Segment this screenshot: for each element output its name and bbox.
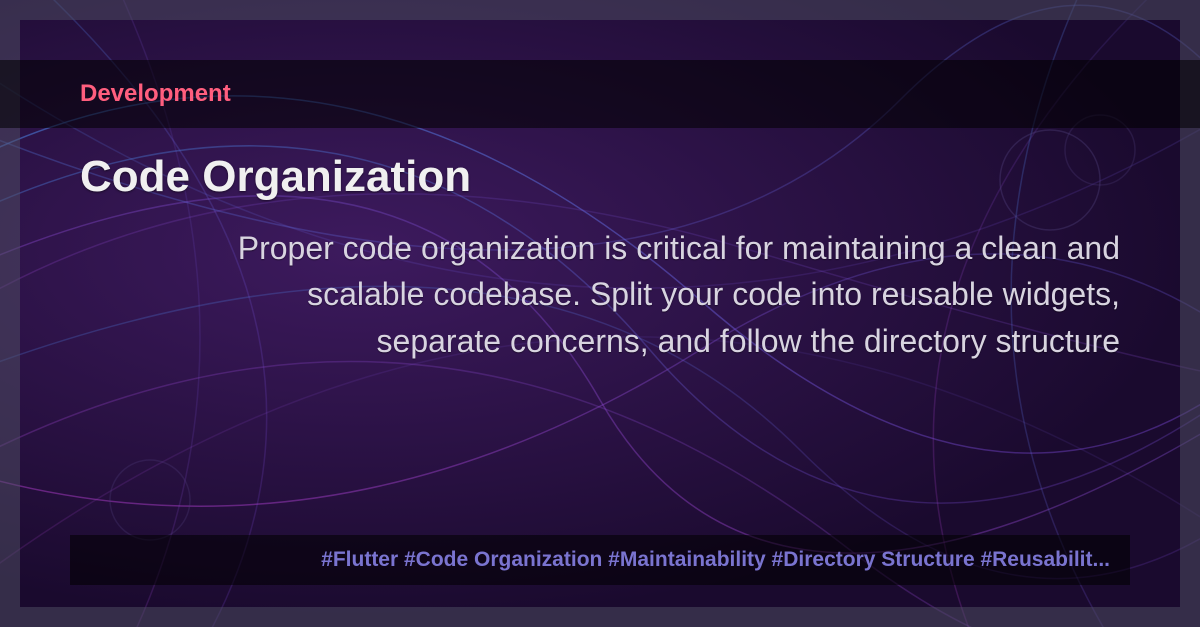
category-strip: Development	[0, 60, 1200, 128]
tags-strip: #Flutter #Code Organization #Maintainabi…	[70, 535, 1130, 585]
category-label: Development	[80, 80, 231, 108]
page-title: Code Organization	[80, 152, 471, 202]
content-card: Development Code Organization Proper cod…	[0, 0, 1200, 627]
tags-text: #Flutter #Code Organization #Maintainabi…	[321, 548, 1110, 572]
body-text: Proper code organization is critical for…	[180, 225, 1120, 364]
